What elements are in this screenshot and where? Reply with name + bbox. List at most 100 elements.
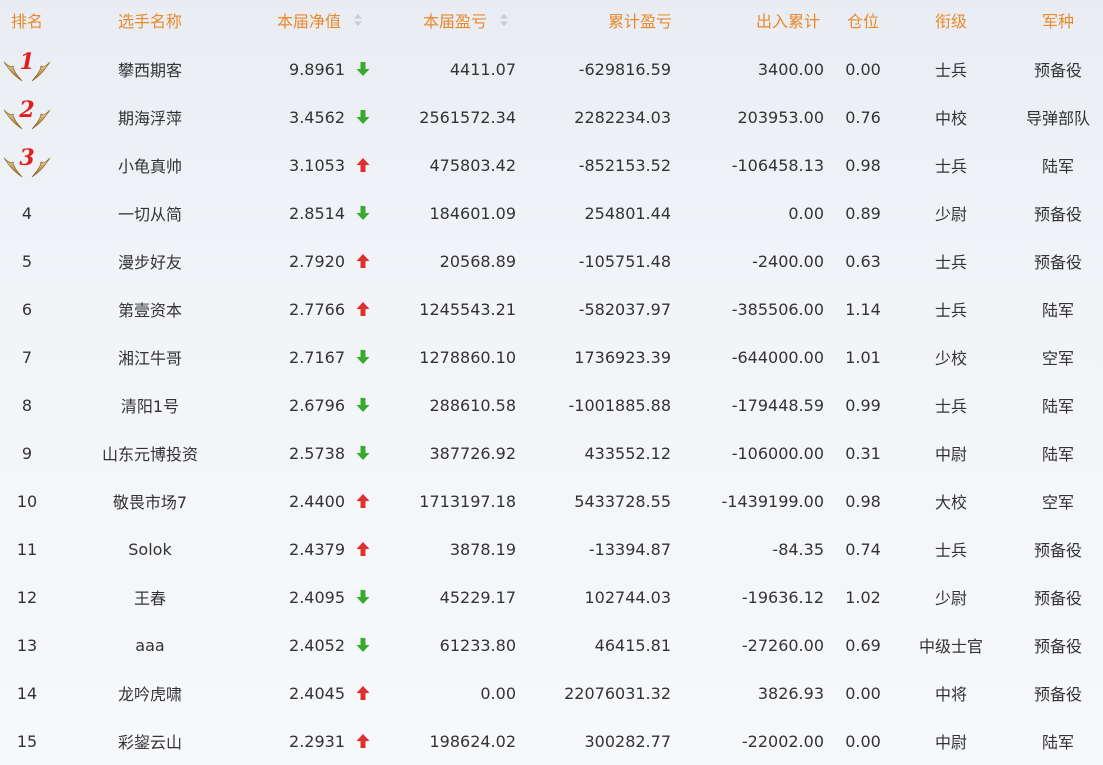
cell-name[interactable]: 期海浮萍 <box>60 93 240 141</box>
cell-rank: 13 <box>16 635 38 655</box>
cell-grade: 中尉 <box>934 733 967 752</box>
cell-branch: 预备役 <box>1033 685 1082 704</box>
cell-name[interactable]: 彩鋆云山 <box>60 717 240 765</box>
cell-profit: 1713197.18 <box>419 491 516 511</box>
leaderboard-table: 排名 选手名称 本届净值 本届盈亏 累计盈亏 出入累计 仓位 衔级 军种 1 攀西期客 9.8961 4… <box>0 0 1103 765</box>
cell-branch: 空军 <box>1041 349 1074 368</box>
cell-nav: 2.4400 <box>289 491 345 511</box>
cell-branch: 导弹部队 <box>1025 109 1090 128</box>
column-header-label: 出入累计 <box>755 12 820 31</box>
cell-inout: -2400.00 <box>752 251 824 271</box>
column-header-rank: 排名 <box>0 0 54 40</box>
table-row[interactable]: 12 王春 2.4095 45229.17 102744.03 -19636.12 1.02… <box>0 573 1103 621</box>
sort-icon[interactable] <box>499 13 509 27</box>
trend-down-icon <box>356 429 370 477</box>
cell-name[interactable]: 龙吟虎啸 <box>60 669 240 717</box>
table-row[interactable]: 4 一切从简 2.8514 184601.09 254801.44 0.00 0.89 少尉 预… <box>0 189 1103 237</box>
cell-nav: 2.6796 <box>289 395 345 415</box>
sort-icon[interactable] <box>353 13 363 27</box>
cell-name[interactable]: 敬畏市场7 <box>60 477 240 525</box>
cell-name[interactable]: 湘江牛哥 <box>60 333 240 381</box>
cell-name[interactable]: 一切从简 <box>60 189 240 237</box>
column-header-profit[interactable]: 本届盈亏 <box>410 0 522 40</box>
cell-name[interactable]: 山东元博投资 <box>60 429 240 477</box>
rank-number: 2 <box>19 97 35 123</box>
table-row[interactable]: 3 小龟真帅 3.1053 475803.42 -852153.52 -106458.13… <box>0 141 1103 189</box>
cell-nav: 9.8961 <box>289 59 345 79</box>
table-row[interactable]: 13 aaa 2.4052 61233.80 46415.81 -27260.00 0.69… <box>0 621 1103 669</box>
cell-rank: 10 <box>16 491 38 511</box>
cell-profit: 2561572.34 <box>419 107 516 127</box>
cell-branch: 陆军 <box>1041 733 1074 752</box>
column-header-nav[interactable]: 本届净值 <box>270 0 370 40</box>
cell-name[interactable]: 小龟真帅 <box>60 141 240 189</box>
rank-badge-wings-icon: 2 <box>0 93 54 141</box>
cell-nav: 2.7766 <box>289 299 345 319</box>
cell-branch: 陆军 <box>1041 157 1074 176</box>
cell-name[interactable]: Solok <box>60 525 240 573</box>
cell-grade: 士兵 <box>934 301 967 320</box>
cell-branch: 空军 <box>1041 493 1074 512</box>
table-header: 排名 选手名称 本届净值 本届盈亏 累计盈亏 出入累计 仓位 衔级 军种 <box>0 0 1103 40</box>
cell-name[interactable]: 漫步好友 <box>60 237 240 285</box>
cell-position: 0.99 <box>845 395 881 415</box>
cell-position: 0.00 <box>845 731 881 751</box>
trend-down-icon <box>356 45 370 93</box>
cell-branch: 预备役 <box>1033 637 1082 656</box>
cell-nav: 2.4095 <box>289 587 345 607</box>
table-row[interactable]: 2 期海浮萍 3.4562 2561572.34 2282234.03 203953.00… <box>0 93 1103 141</box>
trend-up-icon <box>356 237 370 285</box>
trend-up-icon <box>356 717 370 765</box>
cell-branch: 预备役 <box>1033 205 1082 224</box>
rank-number: 3 <box>19 145 35 171</box>
cell-nav: 2.7920 <box>289 251 345 271</box>
cell-position: 0.74 <box>845 539 881 559</box>
cell-inout: -1439199.00 <box>721 491 824 511</box>
cell-cum-profit: 1736923.39 <box>574 347 671 367</box>
cell-rank: 7 <box>21 347 33 367</box>
cell-rank: 12 <box>16 587 38 607</box>
cell-cum-profit: -13394.87 <box>588 539 671 559</box>
table-row[interactable]: 14 龙吟虎啸 2.4045 0.00 22076031.32 3826.93 0.00 中将… <box>0 669 1103 717</box>
cell-cum-profit: 22076031.32 <box>564 683 671 703</box>
cell-position: 0.76 <box>845 107 881 127</box>
cell-position: 0.98 <box>845 491 881 511</box>
table-row[interactable]: 7 湘江牛哥 2.7167 1278860.10 1736923.39 -644000.0… <box>0 333 1103 381</box>
table-row[interactable]: 5 漫步好友 2.7920 20568.89 -105751.48 -2400.00 0.6… <box>0 237 1103 285</box>
table-row[interactable]: 15 彩鋆云山 2.2931 198624.02 300282.77 -22002.00 0… <box>0 717 1103 765</box>
trend-down-icon <box>356 333 370 381</box>
cell-profit: 0.00 <box>480 683 516 703</box>
table-row[interactable]: 11 Solok 2.4379 3878.19 -13394.87 -84.35 0.74 士… <box>0 525 1103 573</box>
cell-rank: 9 <box>21 443 33 463</box>
trend-down-icon <box>356 621 370 669</box>
cell-position: 0.69 <box>845 635 881 655</box>
column-header-label: 选手名称 <box>117 12 182 31</box>
cell-inout: 3826.93 <box>757 683 824 703</box>
cell-branch: 预备役 <box>1033 589 1082 608</box>
cell-rank: 8 <box>21 395 33 415</box>
cell-cum-profit: 102744.03 <box>584 587 671 607</box>
cell-name[interactable]: 清阳1号 <box>60 381 240 429</box>
table-row[interactable]: 9 山东元博投资 2.5738 387726.92 433552.12 -106000.0… <box>0 429 1103 477</box>
cell-cum-profit: -105751.48 <box>578 251 671 271</box>
table-row[interactable]: 10 敬畏市场7 2.4400 1713197.18 5433728.55 -143919… <box>0 477 1103 525</box>
table-row[interactable]: 1 攀西期客 9.8961 4411.07 -629816.59 3400.00 0.00 士… <box>0 45 1103 93</box>
trend-up-icon <box>356 285 370 333</box>
table-row[interactable]: 6 第壹资本 2.7766 1245543.21 -582037.97 -385506.0… <box>0 285 1103 333</box>
cell-cum-profit: -1001885.88 <box>568 395 671 415</box>
column-header-label: 本届净值 <box>276 12 341 31</box>
cell-profit: 3878.19 <box>449 539 516 559</box>
cell-name[interactable]: aaa <box>60 621 240 669</box>
cell-cum-profit: 433552.12 <box>584 443 671 463</box>
column-header-label: 军种 <box>1041 12 1074 31</box>
cell-position: 0.00 <box>845 683 881 703</box>
cell-profit: 198624.02 <box>429 731 516 751</box>
table-row[interactable]: 8 清阳1号 2.6796 288610.58 -1001885.88 -179448.5… <box>0 381 1103 429</box>
cell-branch: 预备役 <box>1033 541 1082 560</box>
cell-cum-profit: 2282234.03 <box>574 107 671 127</box>
cell-name[interactable]: 第壹资本 <box>60 285 240 333</box>
cell-name[interactable]: 攀西期客 <box>60 45 240 93</box>
cell-name[interactable]: 王春 <box>60 573 240 621</box>
cell-branch: 陆军 <box>1041 301 1074 320</box>
cell-nav: 2.7167 <box>289 347 345 367</box>
